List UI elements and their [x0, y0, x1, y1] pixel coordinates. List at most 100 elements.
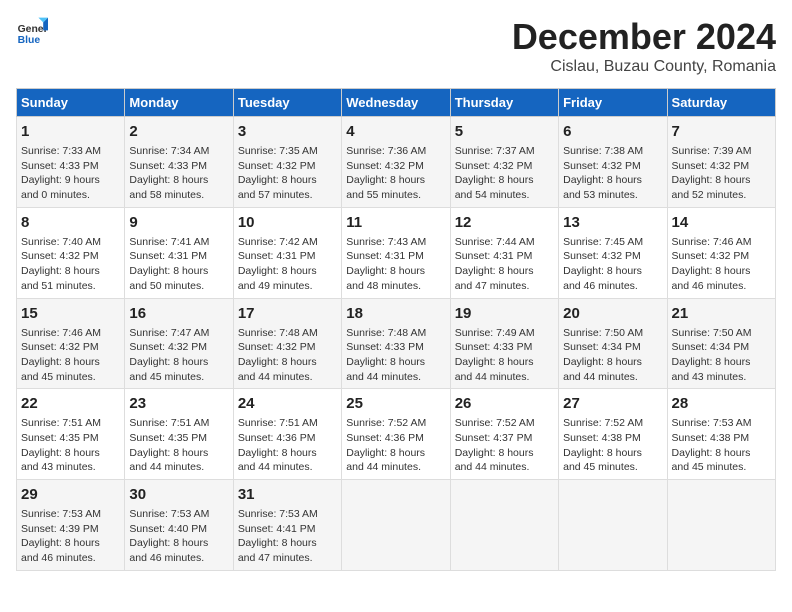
cell-info: Daylight: 8 hours	[672, 173, 771, 188]
cell-info: Sunrise: 7:46 AM	[672, 235, 771, 250]
cell-info: Sunrise: 7:53 AM	[129, 507, 228, 522]
header-thursday: Thursday	[450, 89, 558, 117]
cell-info: Sunset: 4:40 PM	[129, 522, 228, 537]
calendar-cell: 24Sunrise: 7:51 AMSunset: 4:36 PMDayligh…	[233, 389, 341, 480]
cell-info: and 50 minutes.	[129, 279, 228, 294]
cell-info: Sunrise: 7:45 AM	[563, 235, 662, 250]
cell-info: Sunrise: 7:50 AM	[563, 326, 662, 341]
cell-info: Daylight: 8 hours	[455, 446, 554, 461]
cell-info: Daylight: 8 hours	[346, 355, 445, 370]
cell-info: Sunset: 4:31 PM	[346, 249, 445, 264]
calendar-cell: 7Sunrise: 7:39 AMSunset: 4:32 PMDaylight…	[667, 117, 775, 208]
cell-info: Daylight: 8 hours	[563, 264, 662, 279]
cell-info: Sunset: 4:39 PM	[21, 522, 120, 537]
day-number: 30	[129, 484, 228, 505]
cell-info: Sunset: 4:32 PM	[21, 340, 120, 355]
cell-info: Sunrise: 7:51 AM	[238, 416, 337, 431]
cell-info: Sunrise: 7:50 AM	[672, 326, 771, 341]
cell-info: Daylight: 8 hours	[21, 264, 120, 279]
day-number: 7	[672, 121, 771, 142]
day-number: 20	[563, 303, 662, 324]
calendar-cell: 5Sunrise: 7:37 AMSunset: 4:32 PMDaylight…	[450, 117, 558, 208]
calendar-cell: 26Sunrise: 7:52 AMSunset: 4:37 PMDayligh…	[450, 389, 558, 480]
calendar-table: SundayMondayTuesdayWednesdayThursdayFrid…	[16, 88, 776, 571]
cell-info: and 47 minutes.	[238, 551, 337, 566]
cell-info: Sunset: 4:32 PM	[563, 249, 662, 264]
day-number: 8	[21, 212, 120, 233]
day-number: 23	[129, 393, 228, 414]
cell-info: Sunrise: 7:42 AM	[238, 235, 337, 250]
cell-info: and 49 minutes.	[238, 279, 337, 294]
header-wednesday: Wednesday	[342, 89, 450, 117]
calendar-cell: 21Sunrise: 7:50 AMSunset: 4:34 PMDayligh…	[667, 298, 775, 389]
calendar-cell: 15Sunrise: 7:46 AMSunset: 4:32 PMDayligh…	[17, 298, 125, 389]
page-subtitle: Cislau, Buzau County, Romania	[512, 58, 776, 76]
calendar-cell: 29Sunrise: 7:53 AMSunset: 4:39 PMDayligh…	[17, 480, 125, 571]
cell-info: Sunset: 4:32 PM	[563, 159, 662, 174]
day-number: 5	[455, 121, 554, 142]
calendar-cell	[342, 480, 450, 571]
cell-info: Sunset: 4:34 PM	[563, 340, 662, 355]
day-number: 4	[346, 121, 445, 142]
cell-info: Daylight: 8 hours	[129, 355, 228, 370]
calendar-cell: 3Sunrise: 7:35 AMSunset: 4:32 PMDaylight…	[233, 117, 341, 208]
page-title: December 2024	[512, 16, 776, 58]
calendar-week-3: 15Sunrise: 7:46 AMSunset: 4:32 PMDayligh…	[17, 298, 776, 389]
day-number: 31	[238, 484, 337, 505]
cell-info: and 45 minutes.	[563, 460, 662, 475]
calendar-cell: 27Sunrise: 7:52 AMSunset: 4:38 PMDayligh…	[559, 389, 667, 480]
logo-icon: General Blue	[16, 16, 48, 48]
cell-info: and 44 minutes.	[563, 370, 662, 385]
day-number: 25	[346, 393, 445, 414]
cell-info: Daylight: 8 hours	[21, 536, 120, 551]
day-number: 16	[129, 303, 228, 324]
day-number: 12	[455, 212, 554, 233]
cell-info: Daylight: 8 hours	[455, 264, 554, 279]
cell-info: Sunset: 4:33 PM	[346, 340, 445, 355]
cell-info: Daylight: 8 hours	[129, 173, 228, 188]
cell-info: Sunrise: 7:47 AM	[129, 326, 228, 341]
day-number: 14	[672, 212, 771, 233]
cell-info: Daylight: 8 hours	[238, 446, 337, 461]
cell-info: Sunrise: 7:41 AM	[129, 235, 228, 250]
calendar-cell: 20Sunrise: 7:50 AMSunset: 4:34 PMDayligh…	[559, 298, 667, 389]
day-number: 9	[129, 212, 228, 233]
day-number: 2	[129, 121, 228, 142]
cell-info: Sunrise: 7:36 AM	[346, 144, 445, 159]
cell-info: Daylight: 8 hours	[563, 173, 662, 188]
cell-info: Sunset: 4:32 PM	[346, 159, 445, 174]
cell-info: and 44 minutes.	[238, 460, 337, 475]
calendar-cell: 1Sunrise: 7:33 AMSunset: 4:33 PMDaylight…	[17, 117, 125, 208]
calendar-week-1: 1Sunrise: 7:33 AMSunset: 4:33 PMDaylight…	[17, 117, 776, 208]
calendar-cell: 14 Sunrise: 7:46 AMSunset: 4:32 PMDayligh…	[667, 207, 775, 298]
cell-info: Sunset: 4:35 PM	[129, 431, 228, 446]
day-number: 17	[238, 303, 337, 324]
cell-info: Daylight: 8 hours	[455, 355, 554, 370]
calendar-cell: 10Sunrise: 7:42 AMSunset: 4:31 PMDayligh…	[233, 207, 341, 298]
calendar-week-2: 8Sunrise: 7:40 AMSunset: 4:32 PMDaylight…	[17, 207, 776, 298]
cell-info: and 55 minutes.	[346, 188, 445, 203]
header-sunday: Sunday	[17, 89, 125, 117]
cell-info: Sunset: 4:35 PM	[21, 431, 120, 446]
calendar-cell	[559, 480, 667, 571]
cell-info: Daylight: 8 hours	[346, 264, 445, 279]
calendar-cell: 9Sunrise: 7:41 AMSunset: 4:31 PMDaylight…	[125, 207, 233, 298]
cell-info: and 43 minutes.	[21, 460, 120, 475]
cell-info: Sunrise: 7:48 AM	[238, 326, 337, 341]
day-number: 13	[563, 212, 662, 233]
cell-info: and 44 minutes.	[455, 460, 554, 475]
cell-info: Sunrise: 7:52 AM	[563, 416, 662, 431]
calendar-cell: 11Sunrise: 7:43 AMSunset: 4:31 PMDayligh…	[342, 207, 450, 298]
cell-info: Daylight: 9 hours	[21, 173, 120, 188]
day-number: 6	[563, 121, 662, 142]
cell-info: Sunrise: 7:40 AM	[21, 235, 120, 250]
cell-info: and 48 minutes.	[346, 279, 445, 294]
cell-info: Sunset: 4:36 PM	[238, 431, 337, 446]
cell-info: Daylight: 8 hours	[672, 264, 771, 279]
cell-info: Sunset: 4:32 PM	[672, 249, 771, 264]
day-number: 28	[672, 393, 771, 414]
cell-info: Daylight: 8 hours	[238, 264, 337, 279]
cell-info: Sunrise: 7:48 AM	[346, 326, 445, 341]
cell-info: Sunrise: 7:38 AM	[563, 144, 662, 159]
calendar-week-4: 22Sunrise: 7:51 AMSunset: 4:35 PMDayligh…	[17, 389, 776, 480]
